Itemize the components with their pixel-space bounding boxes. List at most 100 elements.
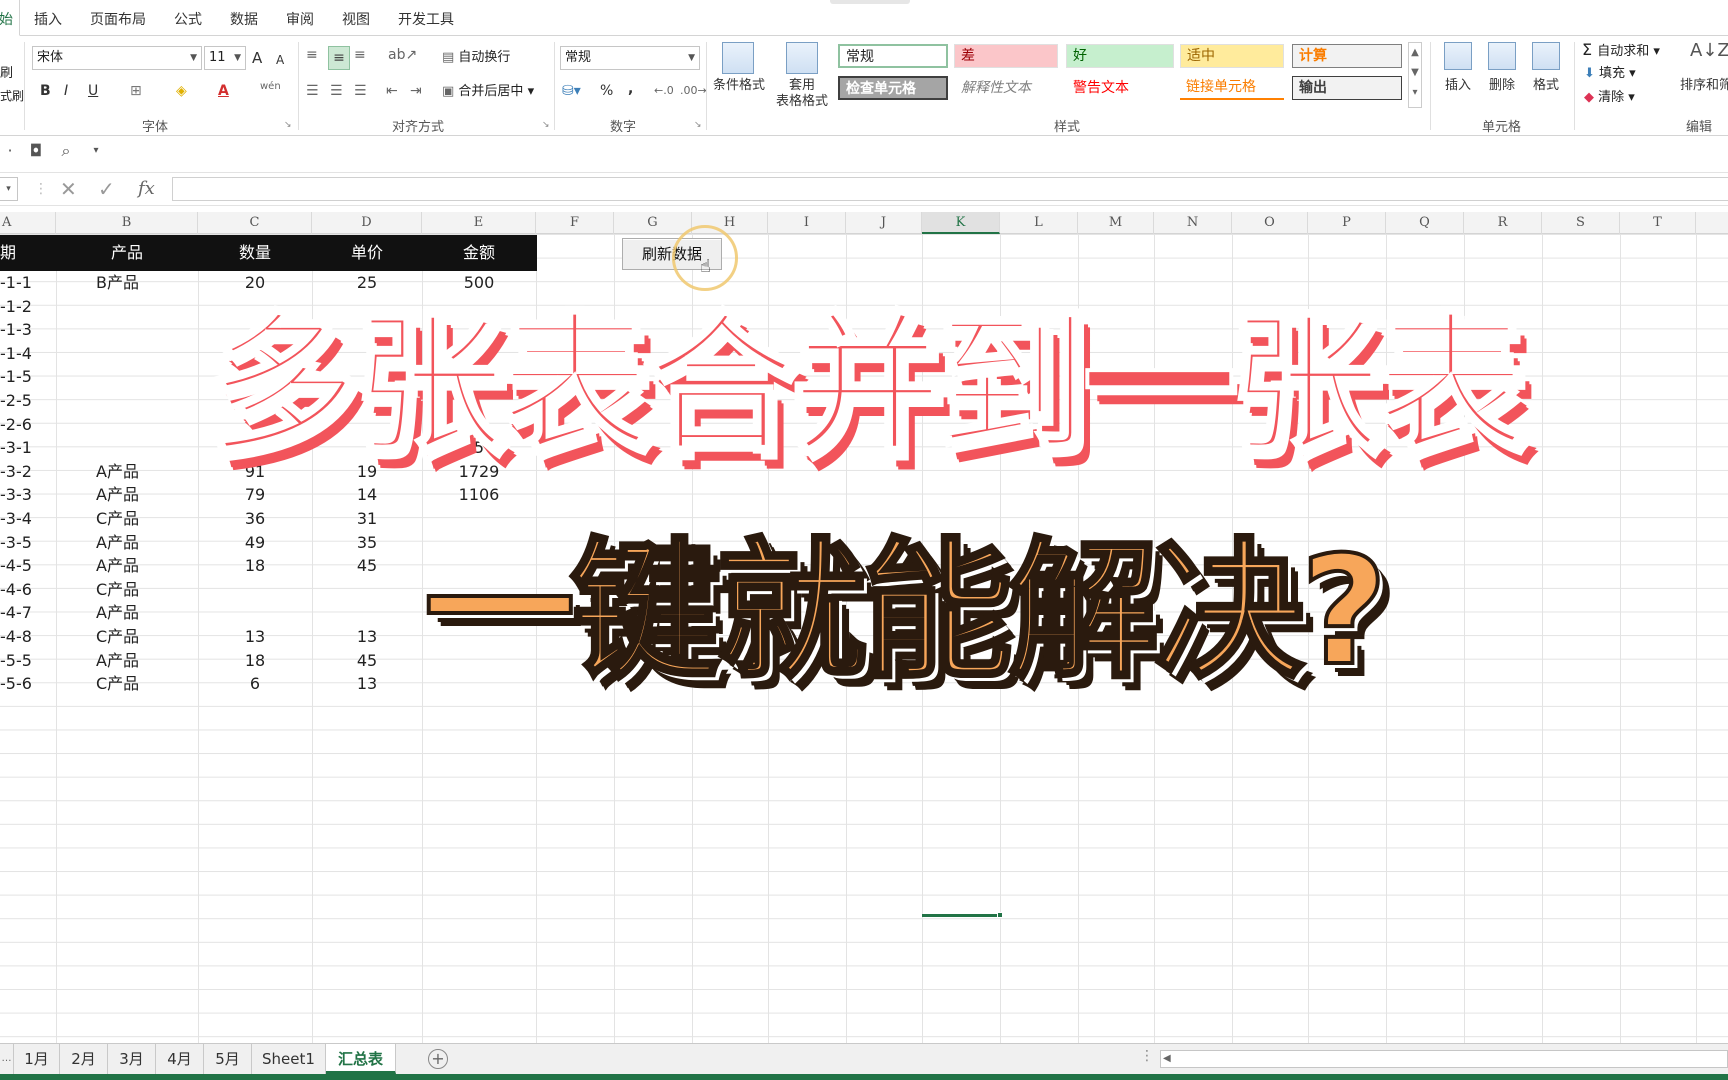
sort-filter-icon[interactable]: A↓Z [1690,40,1728,62]
column-header-A[interactable]: A [0,212,56,234]
customize-qat-icon[interactable]: ▾ [86,141,106,161]
format-cells-button[interactable]: 格式 [1526,78,1566,94]
phonetic-button[interactable]: wén [260,76,281,98]
align-right-icon[interactable]: ☰ [354,80,367,102]
camera-icon[interactable]: ◘ [26,141,46,161]
indent-increase-icon[interactable]: ⇥ [410,80,422,102]
style-bad[interactable]: 差 [954,44,1058,68]
delete-cells-icon[interactable] [1488,42,1516,70]
tab-data[interactable]: 数据 [216,0,272,36]
sheet-tab-sheet1[interactable]: Sheet1 [252,1044,326,1074]
align-left-icon[interactable]: ☰ [306,80,319,102]
column-header-D[interactable]: D [312,212,422,234]
style-check-cell[interactable]: 检查单元格 [838,76,948,100]
qat-arrow-icon[interactable]: · [0,141,20,161]
style-normal[interactable]: 常规 [838,44,948,68]
sort-filter-button[interactable]: 排序和筛 [1676,78,1728,94]
insert-function-button[interactable]: fx [138,177,155,201]
conditional-format-label[interactable]: 条件格式 [710,78,768,94]
insert-cells-button[interactable]: 插入 [1438,78,1478,94]
decrease-decimal-icon[interactable]: .00→ [680,80,707,102]
column-header-M[interactable]: M [1078,212,1154,234]
fill-handle[interactable] [997,912,1003,918]
orientation-icon[interactable]: ab↗ [388,44,417,66]
column-header-T[interactable]: T [1620,212,1696,234]
sheet-tab-apr[interactable]: 4月 [156,1044,204,1074]
tab-page-layout[interactable]: 页面布局 [76,0,160,36]
indent-decrease-icon[interactable]: ⇤ [386,80,398,102]
styles-scroll-icon[interactable]: ▲ ▼ ▾ [1408,42,1422,108]
style-warning[interactable]: 警告文本 [1066,76,1174,100]
name-box[interactable]: ▾ [0,177,18,201]
sheet-tab-summary[interactable]: 汇总表 [326,1044,396,1074]
tab-home[interactable]: 始 [0,0,20,36]
cancel-icon[interactable]: ✕ [60,177,77,201]
align-center-icon[interactable]: ☰ [330,80,343,102]
shrink-font-button[interactable]: A [276,49,284,71]
fill-button[interactable]: ⬇ 填充 ▾ [1584,64,1636,84]
column-header-L[interactable]: L [1000,212,1078,234]
column-header-N[interactable]: N [1154,212,1232,234]
percent-button[interactable]: % [600,80,613,102]
tab-view[interactable]: 视图 [328,0,384,36]
tab-review[interactable]: 审阅 [272,0,328,36]
sheet-tab-mar[interactable]: 3月 [108,1044,156,1074]
column-header-I[interactable]: I [768,212,846,234]
column-header-O[interactable]: O [1232,212,1308,234]
sheet-tab-may[interactable]: 5月 [204,1044,252,1074]
tab-formulas[interactable]: 公式 [160,0,216,36]
font-color-button[interactable]: A [218,80,229,102]
print-preview-icon[interactable]: ⌕ [56,141,76,161]
sheet-tab-feb[interactable]: 2月 [60,1044,108,1074]
style-neutral[interactable]: 适中 [1180,44,1284,68]
border-icon[interactable]: ⊞ [130,80,142,102]
comma-button[interactable]: , [628,78,633,100]
tab-insert[interactable]: 插入 [20,0,76,36]
dialog-launcher-icon[interactable]: ↘ [284,120,292,130]
align-bottom-icon[interactable]: ≡ [354,44,366,66]
conditional-format-icon[interactable] [722,42,754,74]
column-header-S[interactable]: S [1542,212,1620,234]
style-good[interactable]: 好 [1066,44,1174,68]
table-format-label-2[interactable]: 表格格式 [766,94,838,110]
font-name-select[interactable]: 宋体 ▼ [32,46,202,70]
style-linked-cell[interactable]: 链接单元格 [1180,76,1284,100]
column-header-J[interactable]: J [846,212,922,234]
style-calculation[interactable]: 计算 [1292,44,1402,68]
autosum-button[interactable]: Σ 自动求和 ▾ [1582,40,1660,62]
column-header-E[interactable]: E [422,212,536,234]
merge-center-button[interactable]: ▣ 合并后居中 ▾ [442,82,534,102]
insert-cells-icon[interactable] [1444,42,1472,70]
style-output[interactable]: 输出 [1292,76,1402,100]
column-header-Q[interactable]: Q [1386,212,1464,234]
delete-cells-button[interactable]: 删除 [1482,78,1522,94]
clear-button[interactable]: ◆ 清除 ▾ [1584,88,1635,108]
font-size-select[interactable]: 11 ▼ [204,46,246,70]
column-header-K[interactable]: K [922,212,1000,234]
increase-decimal-icon[interactable]: ←.0 [654,80,674,102]
wrap-text-button[interactable]: ▤ 自动换行 [442,48,510,68]
italic-button[interactable]: I [64,80,68,102]
dialog-launcher-icon[interactable]: ↘ [694,120,702,130]
table-format-label-1[interactable]: 套用 [774,78,830,94]
bold-button[interactable]: B [40,80,51,102]
horizontal-scrollbar[interactable]: ◀ [1160,1050,1728,1068]
confirm-icon[interactable]: ✓ [98,177,115,201]
tab-developer[interactable]: 开发工具 [384,0,468,36]
scroll-left-icon[interactable]: ◀ [1163,1051,1171,1067]
sheet-tab-jan[interactable]: 1月 [14,1044,60,1074]
column-header-P[interactable]: P [1308,212,1386,234]
column-header-C[interactable]: C [198,212,312,234]
sheet-nav-icon[interactable]: … [0,1044,14,1074]
dialog-launcher-icon[interactable]: ↘ [542,120,550,130]
table-format-icon[interactable] [786,42,818,74]
format-painter-stub[interactable]: 刷 [0,64,13,84]
column-header-R[interactable]: R [1464,212,1542,234]
formula-input[interactable] [172,177,1728,201]
number-format-select[interactable]: 常规 ▼ [560,46,700,70]
currency-icon[interactable]: ⛁▾ [562,80,581,102]
add-sheet-button[interactable]: + [428,1049,448,1069]
tab-split-handle[interactable]: ⋮ [1140,1048,1154,1064]
column-header-F[interactable]: F [536,212,614,234]
underline-button[interactable]: U [88,80,98,102]
